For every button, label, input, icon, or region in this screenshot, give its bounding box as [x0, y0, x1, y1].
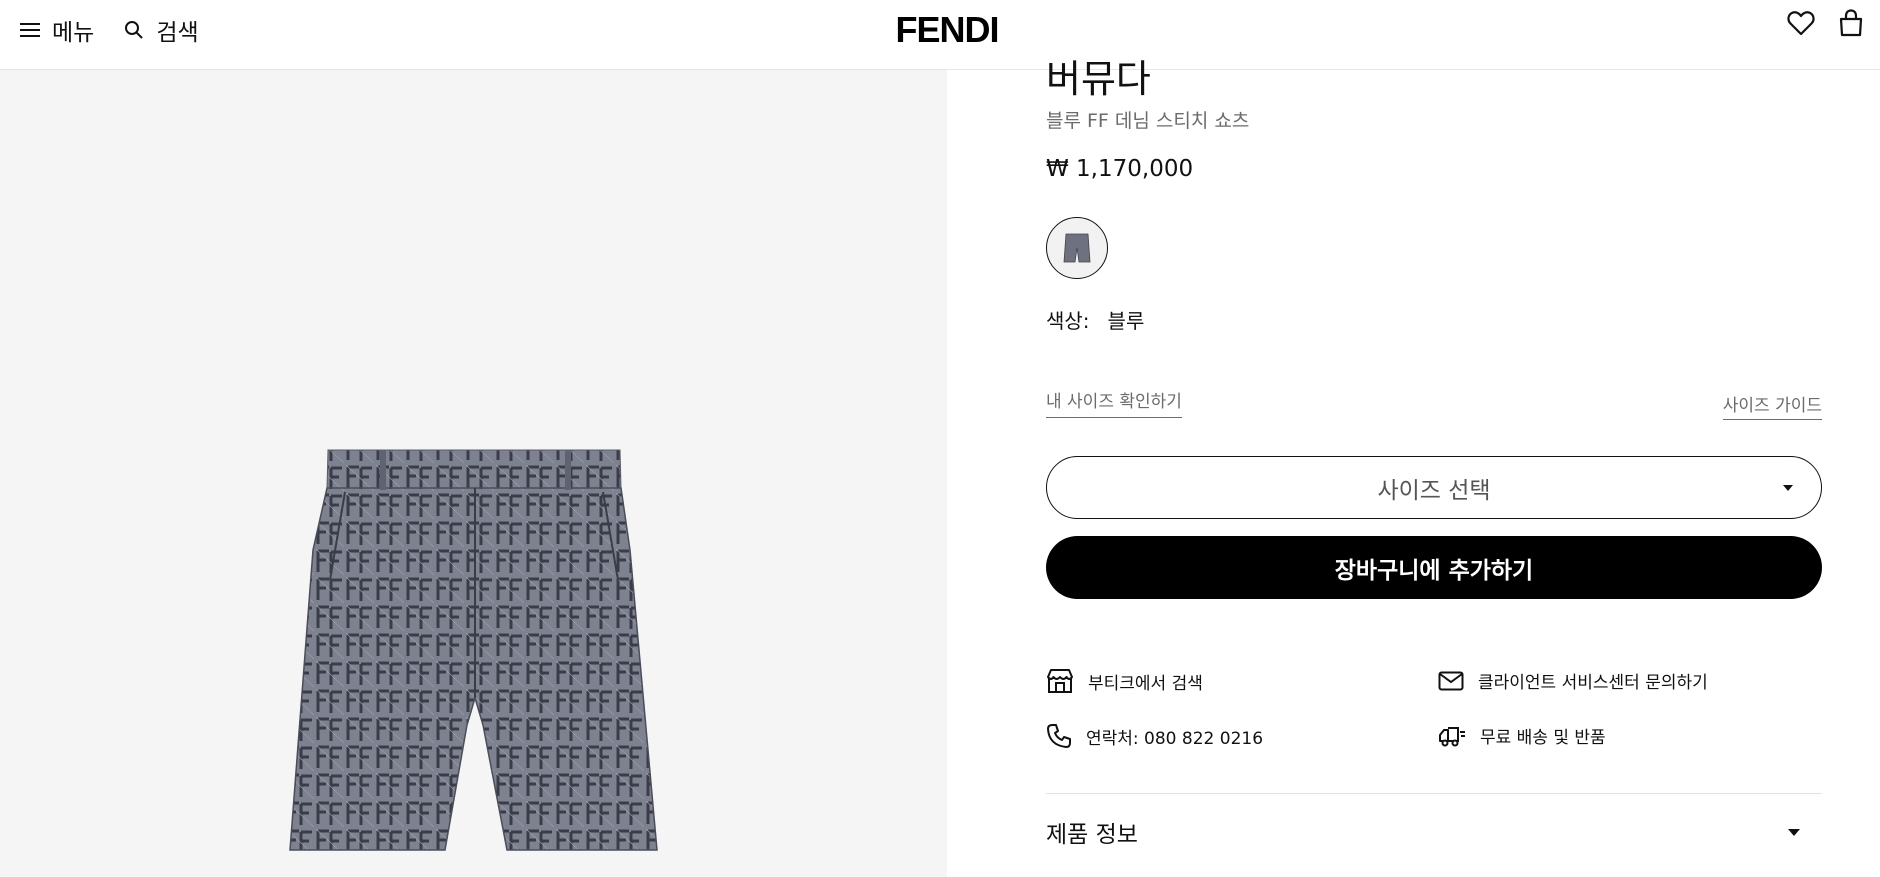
header-left-actions: 메뉴 검색 [20, 14, 199, 46]
contact-client-service-link[interactable]: 클라이언트 서비스센터 문의하기 [1438, 668, 1708, 693]
store-icon [1047, 669, 1073, 693]
caret-down-icon [1788, 829, 1800, 836]
find-in-boutique-link[interactable]: 부티크에서 검색 [1046, 668, 1203, 694]
check-my-size-link[interactable]: 내 사이즈 확인하기 [1046, 387, 1182, 418]
phone-contact-label: 연락처: 080 822 0216 [1086, 728, 1264, 749]
color-value: 블루 [1107, 309, 1145, 333]
size-select-label: 사이즈 선택 [1377, 477, 1491, 504]
phone-icon [1047, 724, 1071, 748]
wishlist-button[interactable] [1786, 8, 1816, 38]
product-info-accordion[interactable]: 제품 정보 [1046, 812, 1822, 852]
search-label: 검색 [156, 20, 199, 46]
product-image [289, 449, 658, 851]
product-image-panel[interactable] [0, 70, 947, 877]
caret-down-icon [1783, 485, 1793, 491]
product-name: 버뮤다 [1046, 57, 1151, 101]
color-swatch-blue[interactable] [1046, 217, 1108, 279]
header-right-actions [1786, 8, 1866, 38]
size-select-dropdown[interactable]: 사이즈 선택 [1046, 456, 1822, 519]
truck-icon [1439, 726, 1465, 746]
size-guide-link[interactable]: 사이즈 가이드 [1722, 391, 1822, 420]
free-shipping-returns-label: 무료 배송 및 반품 [1480, 728, 1606, 748]
heart-icon [1787, 11, 1815, 36]
phone-contact-link[interactable]: 연락처: 080 822 0216 [1046, 723, 1263, 749]
cart-button[interactable] [1836, 8, 1866, 38]
product-info-panel: 버뮤다 블루 FF 데님 스티치 쇼츠 ₩ 1,170,000 색상: 블루 내… [1046, 57, 1822, 877]
swatch-thumbnail [1063, 233, 1091, 263]
contact-client-service-label: 클라이언트 서비스센터 문의하기 [1478, 673, 1708, 693]
add-to-cart-label: 장바구니에 추가하기 [1334, 557, 1534, 584]
fendi-logo[interactable]: FENDI [895, 10, 1000, 50]
color-label: 색상: [1046, 309, 1090, 333]
product-price: ₩ 1,170,000 [1046, 156, 1194, 182]
free-shipping-returns-link[interactable]: 무료 배송 및 반품 [1438, 723, 1606, 748]
add-to-cart-button[interactable]: 장바구니에 추가하기 [1046, 536, 1822, 599]
search-button[interactable]: 검색 [124, 13, 199, 47]
mail-icon [1438, 671, 1464, 690]
hamburger-icon [20, 23, 40, 37]
section-divider [1046, 793, 1822, 794]
shopping-bag-icon [1839, 9, 1863, 37]
color-info: 색상: 블루 [1046, 305, 1144, 334]
product-info-label: 제품 정보 [1046, 822, 1138, 848]
menu-button[interactable]: 메뉴 [20, 13, 94, 47]
product-subtitle: 블루 FF 데님 스티치 쇼츠 [1046, 110, 1250, 132]
menu-label: 메뉴 [52, 20, 95, 46]
find-in-boutique-label: 부티크에서 검색 [1088, 673, 1203, 694]
site-header: 메뉴 검색 FENDI [0, 0, 1880, 70]
search-icon [125, 21, 144, 39]
